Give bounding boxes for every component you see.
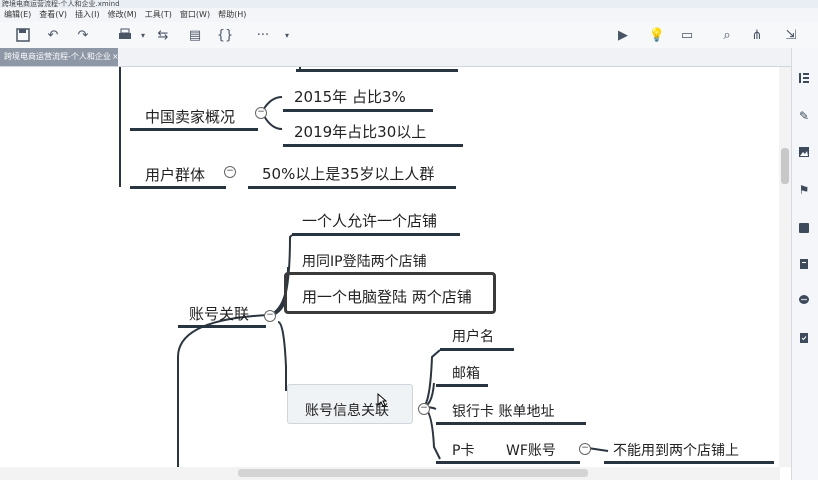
flag-icon[interactable]: ⚑ — [796, 182, 812, 198]
node-underline — [130, 186, 226, 189]
image-icon[interactable] — [796, 144, 812, 160]
topic-user-group[interactable]: 用户群体 — [145, 164, 205, 185]
menu-window[interactable]: 窗口(W) — [176, 8, 214, 22]
tab-bar: 跨境电商运营流程-个人和企业 × — [0, 48, 818, 67]
share-icon[interactable]: ⋔ — [748, 26, 766, 44]
undo-icon[interactable]: ↶ — [44, 26, 62, 44]
menu-tools[interactable]: 工具(T) — [141, 8, 176, 22]
summary-icon[interactable]: {} — [216, 26, 234, 44]
sticker-icon[interactable] — [796, 220, 812, 236]
topic-same-ip[interactable]: 用同IP登陆两个店铺 — [302, 251, 427, 271]
topic-user-age[interactable]: 50%以上是35岁以上人群 — [262, 163, 434, 184]
menu-insert[interactable]: 插入(I) — [71, 8, 104, 22]
topic-wf-account[interactable]: WF账号 — [506, 440, 556, 460]
tab-document[interactable]: 跨境电商运营流程-个人和企业 × — [0, 48, 118, 66]
redo-icon[interactable]: ↷ — [74, 26, 92, 44]
menu-modify[interactable]: 修改(M) — [104, 8, 141, 22]
menu-bar: 编辑(E) 查看(V) 插入(I) 修改(M) 工具(T) 窗口(W) 帮助(H… — [0, 8, 818, 22]
topic-email[interactable]: 邮箱 — [452, 363, 480, 383]
task-icon[interactable] — [796, 330, 812, 346]
menu-help[interactable]: 帮助(H) — [214, 8, 250, 22]
topic-not-two-stores[interactable]: 不能用到两个店铺上 — [613, 440, 739, 460]
vertical-scroll-thumb[interactable] — [781, 148, 789, 184]
chevron-down-icon[interactable]: ▾ — [134, 26, 152, 44]
gantt-icon[interactable]: ▭ — [678, 26, 696, 44]
collapse-icon[interactable]: − — [255, 107, 267, 119]
collapse-icon[interactable]: − — [224, 166, 236, 178]
menu-edit[interactable]: 编辑(E) — [0, 8, 35, 22]
node-underline — [436, 384, 488, 387]
node-underline — [296, 69, 458, 72]
save-icon[interactable] — [14, 26, 32, 44]
topic-same-computer[interactable]: 用一个电脑登陆 两个店铺 — [302, 286, 472, 307]
mouse-cursor-icon — [377, 393, 387, 407]
horizontal-scroll-thumb[interactable] — [238, 469, 588, 477]
topic-p-card[interactable]: P卡 — [452, 440, 474, 460]
comment-icon[interactable] — [796, 292, 812, 308]
boundary-icon[interactable]: ▤ — [186, 26, 204, 44]
topic-bank-card[interactable]: 银行卡 账单地址 — [452, 401, 554, 421]
node-underline — [436, 461, 580, 464]
export-icon[interactable]: ⇲ — [782, 26, 800, 44]
menu-view[interactable]: 查看(V) — [35, 8, 71, 22]
tab-label: 跨境电商运营流程-个人和企业 — [4, 52, 111, 61]
node-underline — [436, 422, 586, 425]
presentation-icon[interactable]: ▶ — [614, 26, 632, 44]
more-icon[interactable]: ··· — [250, 26, 276, 44]
node-underline — [440, 348, 514, 351]
close-icon[interactable]: × — [112, 48, 118, 66]
node-underline — [283, 144, 463, 147]
vertical-scrollbar[interactable] — [779, 67, 791, 467]
topic-2015[interactable]: 2015年 占比3% — [294, 86, 406, 107]
topic-username[interactable]: 用户名 — [452, 326, 494, 346]
idea-bulb-icon[interactable]: 💡 — [648, 26, 666, 44]
chevron-down-icon[interactable]: ▾ — [278, 26, 296, 44]
mindmap-canvas[interactable]: 中国卖家概况 − 2015年 占比3% 2019年占比30以上 用户群体 − 5… — [0, 67, 780, 467]
node-underline — [248, 186, 456, 189]
collapse-icon[interactable]: − — [418, 403, 430, 415]
toolbar: ↶ ↷ ▾ ⇆ ▤ {} ··· ▾ ▶ 💡 ▭ ⌕ ⋔ ⇲ — [0, 22, 818, 49]
node-underline — [283, 109, 433, 112]
print-icon[interactable] — [116, 26, 134, 44]
node-underline — [292, 233, 460, 236]
relationship-icon[interactable]: ⇆ — [154, 26, 172, 44]
topic-account-link[interactable]: 账号关联 — [189, 303, 249, 324]
node-underline — [178, 325, 266, 328]
window-title: 跨境电商运营流程-个人和企业.xmind — [0, 0, 818, 8]
style-brush-icon[interactable]: ✎ — [796, 108, 812, 124]
search-icon[interactable]: ⌕ — [718, 26, 736, 44]
topic-one-person-one-store[interactable]: 一个人允许一个店铺 — [302, 210, 437, 231]
node-underline — [604, 461, 774, 464]
node-underline — [130, 128, 258, 131]
collapse-icon[interactable]: − — [264, 310, 276, 322]
topic-china-sellers[interactable]: 中国卖家概况 — [145, 106, 235, 127]
collapse-icon[interactable]: − — [579, 443, 591, 455]
topic-2019[interactable]: 2019年占比30以上 — [294, 121, 426, 142]
format-icon[interactable] — [796, 70, 812, 86]
note-icon[interactable] — [796, 256, 812, 272]
